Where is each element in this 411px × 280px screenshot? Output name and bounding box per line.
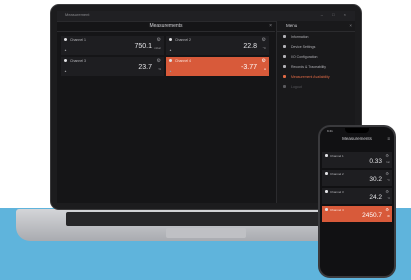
gear-icon[interactable]: ⚙ [385, 207, 389, 212]
phone-channel-tile-1[interactable]: Channel 1 ⚙ 0.33 bar [322, 152, 392, 168]
channel-value: 2450.7 [362, 212, 382, 219]
records-icon [283, 65, 286, 68]
phone-channel-tile-4[interactable]: Channel 4 ⚙ 2450.7 l/h [322, 206, 392, 222]
phone-status-time: 9:41 [327, 129, 333, 133]
channel-tile-4[interactable]: Channel 4 ⚙ ▲ -3.77 A [166, 57, 269, 76]
channel-unit: % [158, 67, 161, 71]
channel-unit: mbar [154, 46, 161, 50]
menu-item-label: Information [291, 35, 309, 39]
status-dot-icon [64, 38, 67, 41]
menu-close-icon[interactable]: × [349, 21, 352, 31]
channel-value: 30.2 [369, 176, 382, 183]
menu-item-logout[interactable]: Logout [277, 82, 355, 92]
channel-name: Channel 4 [330, 208, 344, 212]
panel-close-icon[interactable]: × [269, 21, 272, 31]
gear-icon[interactable]: ⚙ [385, 153, 389, 158]
channel-value: -3.77 [241, 64, 257, 71]
io-icon [283, 55, 286, 58]
window-controls[interactable]: – □ × [321, 12, 350, 17]
status-dot-icon [325, 208, 328, 211]
gear-icon[interactable]: ⚙ [157, 37, 161, 43]
info-icon [283, 35, 286, 38]
gear-icon[interactable]: ⚙ [157, 58, 161, 64]
menu-item-io-configuration[interactable]: I/O Configuration [277, 52, 355, 62]
channel-grid: Channel 1 ⚙ ▲ 750.1 mbar Channel 2 ⚙ ▲ 2… [57, 32, 275, 76]
channel-tile-1[interactable]: Channel 1 ⚙ ▲ 750.1 mbar [61, 36, 164, 55]
gear-icon[interactable]: ⚙ [262, 58, 266, 64]
laptop-trackpad [166, 228, 246, 238]
phone-channel-tile-2[interactable]: Channel 2 ⚙ 30.2 °C [322, 170, 392, 186]
measurements-panel: Measurements × Channel 1 ⚙ ▲ 750.1 mbar … [57, 21, 275, 203]
status-dot-icon [325, 154, 328, 157]
channel-name: Channel 4 [175, 59, 191, 63]
menu-item-label: Measurement Availability [291, 75, 330, 79]
status-dot-icon [325, 190, 328, 193]
logout-icon [283, 85, 286, 88]
phone-channel-tile-3[interactable]: Channel 3 ⚙ 24.2 % [322, 188, 392, 204]
panel-title: Measurements [149, 23, 183, 29]
channel-value: 24.2 [369, 194, 382, 201]
channel-tile-2[interactable]: Channel 2 ⚙ ▲ 22.8 °C [166, 36, 269, 55]
phone-title: Measurements [342, 136, 372, 141]
channel-name: Channel 1 [70, 38, 86, 42]
menu-item-information[interactable]: Information [277, 32, 355, 42]
trend-arrow-icon: ▲ [169, 69, 172, 73]
channel-unit: l/h [387, 215, 390, 218]
channel-unit: A [263, 67, 266, 71]
hamburger-icon[interactable]: ≡ [387, 136, 390, 141]
gear-icon[interactable]: ⚙ [385, 171, 389, 176]
channel-value: 750.1 [134, 43, 152, 50]
menu-item-records[interactable]: Records & Traceability [277, 62, 355, 72]
laptop-screen-frame: Measurement – □ × Measurements × Channel… [50, 4, 362, 210]
trend-arrow-icon: ▲ [64, 69, 67, 73]
laptop-keyboard [66, 212, 346, 226]
channel-tile-3[interactable]: Channel 3 ⚙ ▲ 23.7 % [61, 57, 164, 76]
channel-unit: °C [387, 179, 390, 182]
channel-value: 0.33 [369, 158, 382, 165]
trend-arrow-icon: ▲ [64, 48, 67, 52]
measurement-icon [283, 75, 286, 78]
channel-unit: bar [386, 161, 390, 164]
menu-header: Menu × [277, 21, 355, 32]
status-dot-icon [169, 38, 172, 41]
gear-icon[interactable]: ⚙ [385, 189, 389, 194]
trend-arrow-icon: ▲ [169, 48, 172, 52]
status-dot-icon [325, 172, 328, 175]
status-dot-icon [169, 59, 172, 62]
menu-item-label: Logout [291, 85, 302, 89]
channel-unit: % [387, 197, 390, 200]
menu-item-device-settings[interactable]: Device Settings [277, 42, 355, 52]
channel-name: Channel 2 [330, 172, 344, 176]
status-dot-icon [64, 59, 67, 62]
phone-notch [345, 128, 369, 133]
channel-name: Channel 3 [330, 190, 344, 194]
laptop-screen: Measurement – □ × Measurements × Channel… [57, 11, 355, 203]
gear-icon[interactable]: ⚙ [262, 37, 266, 43]
menu-title: Menu [286, 23, 298, 28]
channel-value: 23.7 [138, 64, 152, 71]
channel-name: Channel 1 [330, 154, 344, 158]
channel-value: 22.8 [243, 43, 257, 50]
phone-device: 9:41 Measurements ≡ Channel 1 ⚙ 0.33 bar… [318, 125, 396, 278]
channel-unit: °C [262, 46, 266, 50]
menu-item-label: Records & Traceability [291, 65, 327, 69]
menu-item-label: Device Settings [291, 45, 316, 49]
menu-item-label: I/O Configuration [291, 55, 318, 59]
app-title: Measurement [65, 12, 90, 17]
settings-icon [283, 45, 286, 48]
channel-name: Channel 2 [175, 38, 191, 42]
panel-header: Measurements × [57, 21, 275, 32]
menu-item-measurement-availability[interactable]: Measurement Availability [277, 72, 355, 82]
channel-name: Channel 3 [70, 59, 86, 63]
